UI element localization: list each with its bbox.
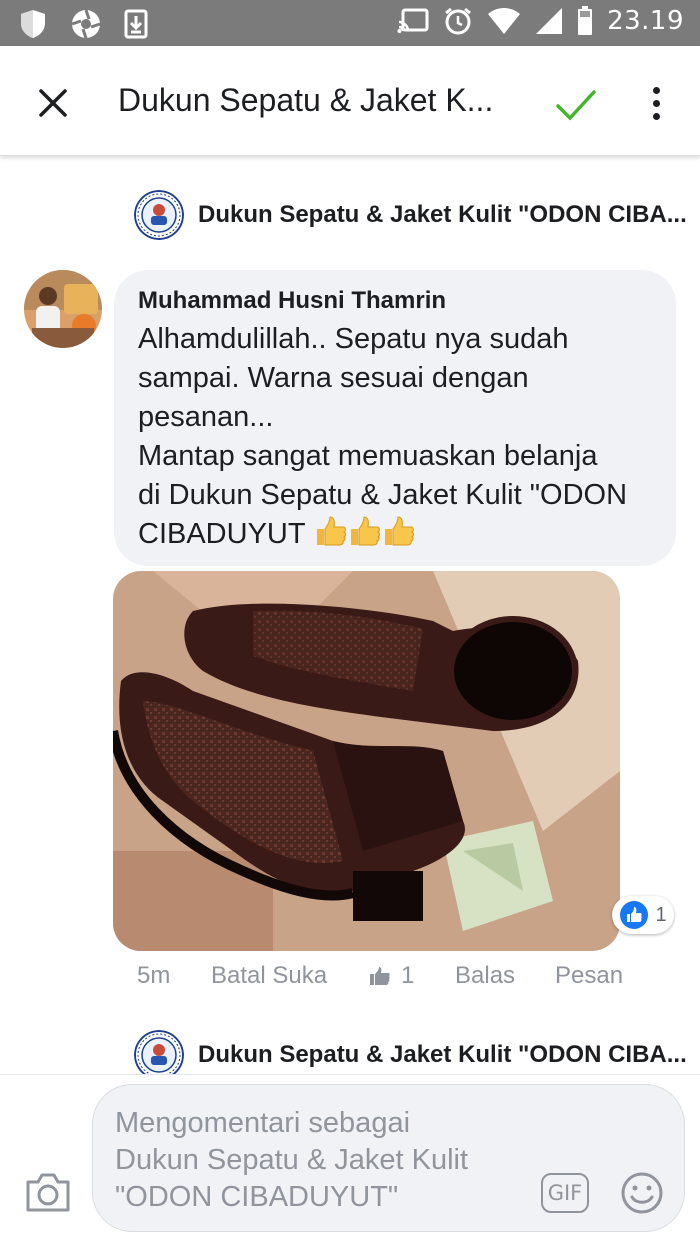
thumbs-up-emoji-icon (385, 516, 415, 546)
commenter-avatar[interactable] (24, 270, 102, 348)
commenter-photo (24, 270, 102, 348)
alarm-icon (445, 7, 471, 35)
comment-line: Alhamdulillah.. Sepatu nya sudah (138, 323, 569, 355)
app-bar: Dukun Sepatu & Jaket K... (0, 46, 700, 156)
more-dot-icon (652, 86, 660, 94)
comment-input[interactable]: Mengomentari sebagai Dukun Sepatu & Jake… (92, 1084, 685, 1232)
placeholder-line: Mengomentari sebagai (115, 1107, 411, 1139)
page-logo-icon (134, 190, 184, 240)
thumbs-up-emoji-icon (351, 516, 381, 546)
page-name: Dukun Sepatu & Jaket Kulit "ODON CIBA... (198, 201, 687, 228)
page-avatar (134, 190, 184, 240)
comment-line: sampai. Warna sesuai dengan (138, 362, 529, 394)
page-avatar (134, 1030, 184, 1080)
comment-text: Alhamdulillah.. Sepatu nya sudah sampai.… (138, 320, 652, 554)
message-button[interactable]: Pesan (555, 962, 623, 990)
comment-line: di Dukun Sepatu & Jaket Kulit "ODON (138, 479, 628, 511)
download-icon (124, 9, 148, 39)
check-icon (556, 90, 596, 121)
comment-actions: 5m Batal Suka 1 Balas Pesan (137, 962, 623, 990)
camera-button[interactable] (24, 1170, 72, 1214)
close-button[interactable] (30, 80, 76, 126)
more-dot-icon (652, 112, 660, 120)
camera-icon (26, 1173, 70, 1212)
thumbs-up-icon (370, 967, 390, 985)
placeholder-line: Dukun Sepatu & Jaket Kulit (115, 1144, 469, 1176)
more-options-button[interactable] (640, 78, 672, 128)
like-count: 1 (401, 962, 415, 989)
comment-line: CIBADUYUT (138, 518, 306, 550)
cast-icon (397, 8, 429, 33)
reaction-summary[interactable]: 1 (612, 896, 674, 934)
aperture-icon (71, 9, 101, 39)
close-icon (39, 89, 67, 117)
placeholder-line: "ODON CIBADUYUT" (115, 1181, 399, 1213)
signal-icon (536, 8, 563, 34)
comment-bubble[interactable]: Muhammad Husni Thamrin Alhamdulillah.. S… (114, 270, 676, 566)
comment-line: pesanan... (138, 401, 274, 433)
wifi-icon (488, 8, 521, 34)
battery-icon (578, 6, 593, 35)
comment-author[interactable]: Muhammad Husni Thamrin (138, 286, 652, 316)
thumbs-up-emoji-icon (317, 516, 347, 546)
comment-line: Mantap sangat memuaskan belanja (138, 440, 598, 472)
emoji-button[interactable] (620, 1171, 664, 1215)
page-header-row[interactable]: Dukun Sepatu & Jaket Kulit "ODON CIBA... (134, 190, 687, 240)
smiley-icon (621, 1172, 663, 1214)
comment-input-placeholder: Mengomentari sebagai Dukun Sepatu & Jake… (115, 1105, 468, 1216)
gif-button[interactable]: GIF (541, 1173, 589, 1213)
unlike-button[interactable]: Batal Suka (211, 962, 369, 990)
page-logo-icon (134, 1030, 184, 1080)
like-reaction-icon (620, 901, 649, 929)
page-title: Dukun Sepatu & Jaket K... (118, 82, 494, 118)
status-time: 23.19 (607, 6, 684, 36)
reaction-count: 1 (655, 903, 667, 926)
comment-photo[interactable] (113, 571, 620, 951)
status-bar: 23.19 (0, 0, 700, 46)
boots-photo (113, 571, 620, 951)
confirm-button[interactable] (552, 80, 600, 128)
shield-icon (21, 10, 45, 38)
like-count-button[interactable]: 1 (369, 962, 455, 990)
reply-button[interactable]: Balas (455, 962, 555, 990)
comment-last-line: CIBADUYUT (138, 515, 652, 554)
more-dot-icon (652, 99, 660, 107)
page-header-row[interactable]: Dukun Sepatu & Jaket Kulit "ODON CIBA... (134, 1030, 687, 1080)
comment-timestamp[interactable]: 5m (137, 962, 211, 990)
page-name: Dukun Sepatu & Jaket Kulit "ODON CIBA... (198, 1041, 687, 1068)
